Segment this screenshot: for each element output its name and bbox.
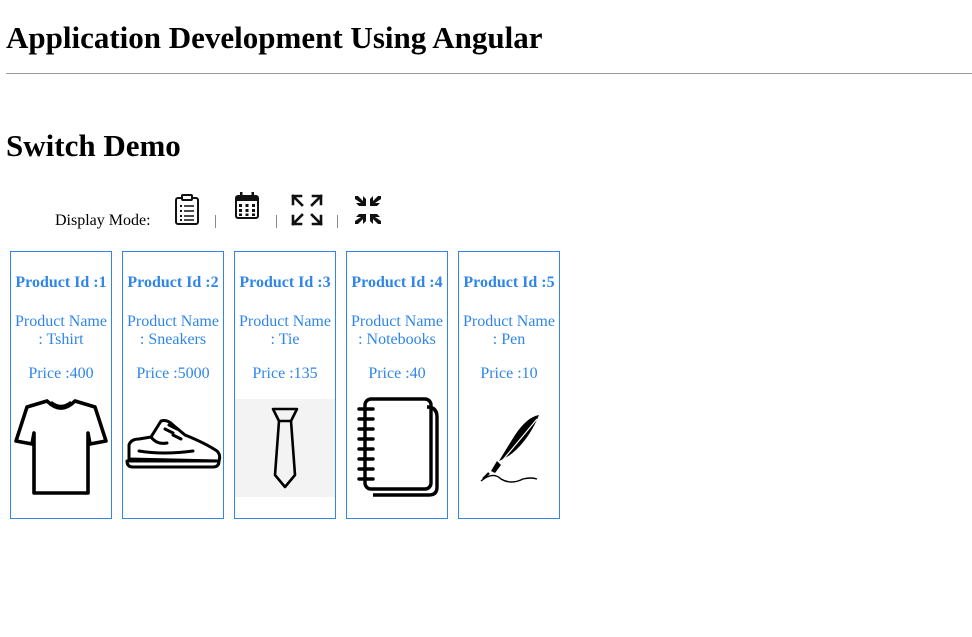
product-name-value: : Tshirt bbox=[38, 331, 84, 348]
product-name-label: Product Name bbox=[127, 313, 219, 330]
product-price: Price :5000 bbox=[136, 365, 210, 382]
product-name: Product Name : Sneakers bbox=[123, 313, 223, 349]
tshirt-icon bbox=[14, 399, 108, 495]
product-price: Price :40 bbox=[368, 365, 426, 382]
product-card[interactable]: Product Id :3 Product Name : Tie Price :… bbox=[234, 251, 336, 519]
product-id: Product Id :4 bbox=[351, 274, 443, 291]
product-price: Price :135 bbox=[252, 365, 318, 382]
compress-button[interactable] bbox=[351, 190, 385, 226]
product-card[interactable]: Product Id :4 Product Name : Notebooks P… bbox=[346, 251, 448, 519]
list-mode-button[interactable] bbox=[170, 190, 204, 226]
product-image bbox=[347, 395, 447, 497]
product-name-label: Product Name bbox=[15, 313, 107, 330]
expand-icon bbox=[291, 194, 323, 226]
product-image bbox=[123, 395, 223, 497]
section-title: Switch Demo bbox=[6, 128, 181, 163]
product-name-label: Product Name bbox=[351, 313, 443, 330]
toolbar-separator: | bbox=[275, 213, 279, 229]
calendar-icon bbox=[235, 192, 259, 219]
product-price: Price :10 bbox=[480, 365, 538, 382]
product-name: Product Name : Tie bbox=[235, 313, 335, 349]
product-id: Product Id :5 bbox=[463, 274, 555, 291]
product-card[interactable]: Product Id :1 Product Name : Tshirt Pric… bbox=[10, 251, 112, 519]
divider bbox=[6, 73, 972, 74]
notebook-icon bbox=[357, 397, 439, 497]
compress-icon bbox=[355, 196, 381, 224]
quill-pen-icon bbox=[480, 415, 539, 483]
product-name-value: : Pen bbox=[492, 331, 526, 348]
product-name-value: : Tie bbox=[270, 331, 300, 348]
tie-icon bbox=[235, 399, 335, 497]
clipboard-list-icon bbox=[175, 194, 199, 225]
display-mode-label: Display Mode: bbox=[55, 212, 151, 229]
product-image bbox=[11, 395, 111, 497]
product-name: Product Name : Pen bbox=[459, 313, 559, 349]
toolbar-separator: | bbox=[336, 213, 340, 229]
product-name: Product Name : Tshirt bbox=[11, 313, 111, 349]
expand-button[interactable] bbox=[290, 190, 324, 226]
product-id: Product Id :2 bbox=[127, 274, 219, 291]
product-name-value: : Notebooks bbox=[358, 331, 436, 348]
product-card[interactable]: Product Id :5 Product Name : Pen Price :… bbox=[458, 251, 560, 519]
product-image bbox=[235, 395, 335, 497]
product-id: Product Id :3 bbox=[239, 274, 331, 291]
calendar-mode-button[interactable] bbox=[230, 190, 264, 226]
product-price: Price :400 bbox=[28, 365, 94, 382]
product-card[interactable]: Product Id :2 Product Name : Sneakers Pr… bbox=[122, 251, 224, 519]
product-name: Product Name : Notebooks bbox=[347, 313, 447, 349]
sneaker-icon bbox=[125, 419, 222, 469]
product-name-label: Product Name bbox=[239, 313, 331, 330]
display-mode-toolbar: Display Mode: | | | bbox=[0, 190, 420, 234]
product-name-value: : Sneakers bbox=[139, 331, 207, 348]
product-image bbox=[459, 395, 559, 497]
toolbar-separator: | bbox=[214, 213, 218, 229]
page-title: Application Development Using Angular bbox=[6, 20, 543, 55]
product-name-label: Product Name bbox=[463, 313, 555, 330]
product-id: Product Id :1 bbox=[15, 274, 107, 291]
